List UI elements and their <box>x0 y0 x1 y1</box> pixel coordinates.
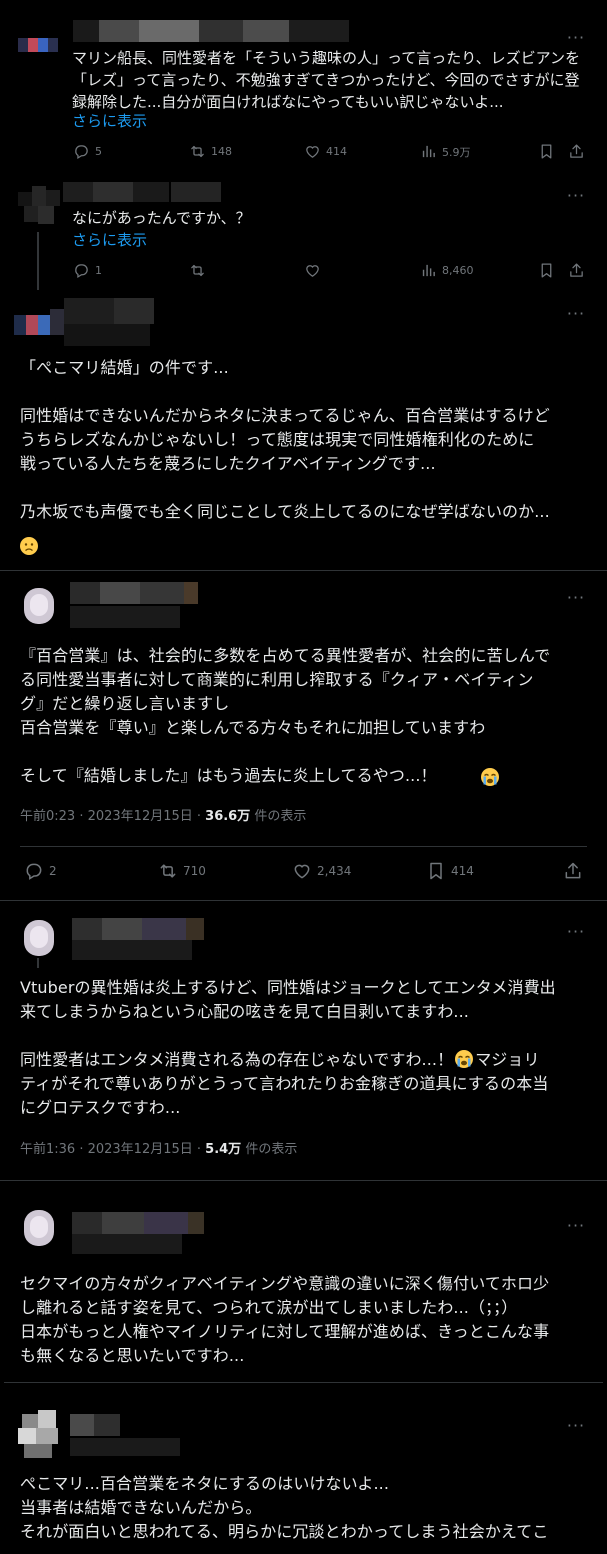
retweet-count: 148 <box>211 145 232 158</box>
tweet-text: マリン船長、同性愛者を「そういう趣味の人」って言ったり、レズビアンを 「レズ」っ… <box>72 49 581 111</box>
views-icon <box>420 143 437 160</box>
bookmark-icon <box>426 861 446 881</box>
avatar[interactable] <box>18 28 58 64</box>
view-total: 5.4万 <box>205 1142 242 1157</box>
retweet-button[interactable]: 148 <box>189 143 232 160</box>
avatar[interactable] <box>16 914 64 962</box>
share-button[interactable] <box>568 143 585 160</box>
display-name[interactable] <box>70 1410 190 1460</box>
share-icon <box>563 861 583 881</box>
bookmark-button[interactable]: 414 <box>426 861 474 881</box>
display-name[interactable] <box>72 1208 212 1258</box>
like-button[interactable]: 2,434 <box>292 861 351 881</box>
divider <box>4 1382 603 1383</box>
view-count: 8,460 <box>442 264 474 277</box>
retweet-button[interactable] <box>189 262 206 279</box>
show-more-link[interactable]: さらに表示 <box>72 230 147 250</box>
crying-face-emoji <box>481 768 500 786</box>
avatar[interactable] <box>16 1204 64 1252</box>
retweet-icon <box>189 262 206 279</box>
timestamp[interactable]: 午前1:36 · 2023年12月15日 · 5.4万 件の表示 <box>20 1141 297 1159</box>
views-icon <box>420 262 437 279</box>
reply-count: 5 <box>95 145 102 158</box>
like-button[interactable]: 414 <box>304 143 347 160</box>
like-count: 2,434 <box>317 864 352 878</box>
more-icon[interactable]: ··· <box>561 922 591 941</box>
reply-icon <box>73 143 90 160</box>
avatar[interactable] <box>16 582 64 630</box>
display-name[interactable] <box>63 180 223 206</box>
avatar[interactable] <box>14 305 64 345</box>
time-text: 午前0:23 · 2023年12月15日 · <box>20 809 206 824</box>
display-name[interactable] <box>72 914 212 964</box>
tweet-text: ぺこマリ...百合営業をネタにするのはいけないよ... 当事者は結婚できないんだ… <box>20 1474 549 1541</box>
avatar[interactable] <box>14 182 62 228</box>
thread-line <box>37 232 39 290</box>
more-icon[interactable]: ··· <box>561 588 591 607</box>
like-button[interactable] <box>304 262 321 279</box>
bookmark-count: 414 <box>451 864 474 878</box>
bookmark-icon <box>538 262 555 279</box>
more-icon[interactable]: ··· <box>561 304 591 323</box>
bookmark-icon <box>538 143 555 160</box>
share-button[interactable] <box>563 861 583 881</box>
bookmark-button[interactable] <box>538 143 555 160</box>
timestamp[interactable]: 午前0:23 · 2023年12月15日 · 36.6万 件の表示 <box>20 808 306 826</box>
reply-count: 2 <box>49 864 57 878</box>
like-icon <box>304 143 321 160</box>
more-icon[interactable]: ··· <box>561 1216 591 1235</box>
reply-icon <box>24 861 44 881</box>
view-count: 5.9万 <box>442 145 471 159</box>
sad-face-emoji <box>20 537 38 555</box>
more-icon[interactable]: ··· <box>561 28 591 47</box>
like-icon <box>292 861 312 881</box>
reply-icon <box>73 262 90 279</box>
bookmark-button[interactable] <box>538 262 555 279</box>
retweet-button[interactable]: 710 <box>158 861 206 881</box>
divider <box>20 846 587 847</box>
divider <box>0 570 607 571</box>
share-icon <box>568 262 585 279</box>
tweet-text: 「ぺこマリ結婚」の件です... 同性婚はできないんだからネタに決まってるじゃん、… <box>20 358 550 521</box>
views-button[interactable]: 5.9万 <box>420 143 471 160</box>
retweet-icon <box>158 861 178 881</box>
tweet-text: セクマイの方々がクィアベイティングや意識の違いに深く傷付いてホロ少 し離れると話… <box>20 1274 550 1365</box>
display-name[interactable] <box>70 578 210 632</box>
view-total: 36.6万 <box>205 809 251 824</box>
reply-count: 1 <box>95 264 102 277</box>
tweet-text: 『百合営業』は、社会的に多数を占めてる異性愛者が、社会的に苦しんで る同性愛当事… <box>20 646 551 785</box>
more-icon[interactable]: ··· <box>561 186 591 205</box>
reply-button[interactable]: 1 <box>73 262 102 279</box>
time-text: 午前1:36 · 2023年12月15日 · <box>20 1142 206 1157</box>
reply-button[interactable]: 5 <box>73 143 102 160</box>
like-count: 414 <box>326 145 347 158</box>
reply-button[interactable]: 2 <box>24 861 57 881</box>
tweet-text: なにがあったんですか、？ <box>72 209 251 227</box>
divider <box>0 1180 607 1181</box>
view-label: 件の表示 <box>241 1142 298 1157</box>
display-name[interactable] <box>64 298 154 350</box>
avatar[interactable] <box>14 1410 64 1460</box>
retweet-count: 710 <box>183 864 206 878</box>
retweet-icon <box>189 143 206 160</box>
show-more-link[interactable]: さらに表示 <box>72 111 147 131</box>
view-label: 件の表示 <box>250 809 307 824</box>
display-name[interactable] <box>73 18 353 46</box>
like-icon <box>304 262 321 279</box>
share-icon <box>568 143 585 160</box>
views-button[interactable]: 8,460 <box>420 262 474 279</box>
more-icon[interactable]: ··· <box>561 1416 591 1435</box>
crying-face-emoji <box>455 1050 474 1068</box>
divider <box>0 900 607 901</box>
share-button[interactable] <box>568 262 585 279</box>
tweet-text: Vtuberの異性婚は炎上するけど、同性婚はジョークとしてエンタメ消費出 来てし… <box>20 976 600 1120</box>
